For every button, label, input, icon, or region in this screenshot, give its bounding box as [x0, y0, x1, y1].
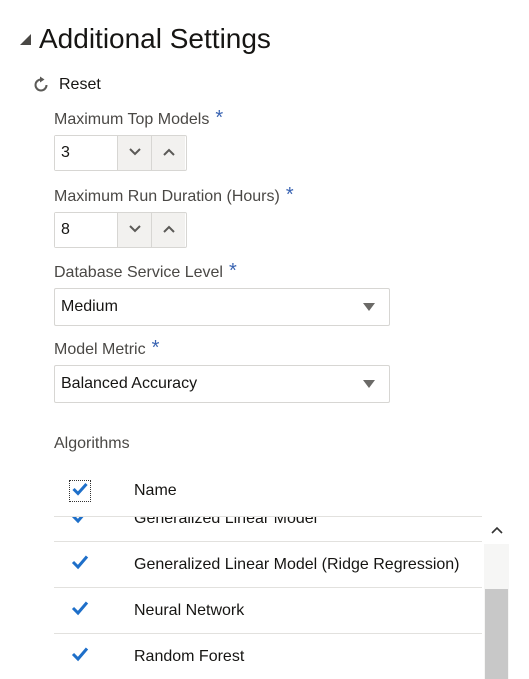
max-run-duration-field: Maximum Run Duration (Hours) * 8	[54, 184, 294, 248]
row-checkbox-cell	[54, 647, 134, 667]
row-checkbox-cell	[54, 555, 134, 575]
header-checkbox-cell	[54, 480, 134, 502]
max-run-duration-label-row: Maximum Run Duration (Hours) *	[54, 184, 294, 207]
model-metric-label: Model Metric	[54, 341, 146, 358]
max-run-duration-input[interactable]: 8	[55, 213, 117, 247]
scroll-thumb[interactable]	[485, 589, 508, 679]
caret-down-icon	[363, 298, 375, 316]
row-checkbox-cell	[54, 601, 134, 621]
algorithms-table-header: Name	[54, 466, 482, 517]
select-all-checkbox[interactable]	[69, 480, 91, 502]
required-indicator: *	[151, 337, 160, 359]
table-row[interactable]: Neural Network	[54, 588, 482, 634]
table-row[interactable]: Generalized Linear Model (Ridge Regressi…	[54, 542, 482, 588]
table-row[interactable]: Random Forest	[54, 634, 482, 679]
required-indicator: *	[285, 184, 294, 206]
model-metric-label-row: Model Metric *	[54, 337, 390, 360]
row-checkbox[interactable]	[70, 555, 90, 575]
chevron-down-icon	[128, 144, 142, 162]
row-checkbox[interactable]	[70, 601, 90, 621]
chevron-down-icon	[128, 221, 142, 239]
section-title: Additional Settings	[39, 23, 271, 54]
max-run-duration-label: Maximum Run Duration (Hours)	[54, 188, 280, 205]
algorithm-name: Random Forest	[134, 647, 245, 665]
required-indicator: *	[215, 107, 224, 129]
chevron-up-icon	[162, 221, 176, 239]
max-top-models-stepper: 3	[54, 135, 187, 171]
max-top-models-label-row: Maximum Top Models *	[54, 107, 224, 130]
algorithm-name: Generalized Linear Model (Ridge Regressi…	[134, 555, 460, 573]
model-metric-value: Balanced Accuracy	[61, 375, 198, 392]
max-top-models-decrement-button[interactable]	[117, 136, 151, 170]
max-top-models-field: Maximum Top Models * 3	[54, 107, 224, 171]
chevron-up-icon	[490, 521, 503, 539]
db-service-level-value: Medium	[61, 298, 118, 315]
checkmark-icon	[71, 554, 89, 575]
caret-down-icon	[363, 375, 375, 393]
max-run-duration-increment-button[interactable]	[151, 213, 185, 247]
reset-label: Reset	[59, 76, 101, 93]
table-scrollbar[interactable]	[484, 516, 509, 679]
max-top-models-label: Maximum Top Models	[54, 111, 210, 128]
db-service-level-label: Database Service Level	[54, 264, 223, 281]
section-header[interactable]: Additional Settings	[18, 20, 271, 58]
checkmark-icon	[72, 482, 88, 501]
model-metric-select[interactable]: Balanced Accuracy	[54, 365, 390, 403]
scroll-track[interactable]	[484, 544, 509, 679]
checkmark-icon	[71, 646, 89, 667]
db-service-level-field: Database Service Level * Medium	[54, 260, 390, 326]
algorithms-table: Name Generalized Linear Model Generalize…	[54, 466, 509, 679]
reset-button[interactable]: Reset	[32, 74, 101, 96]
checkmark-icon	[71, 600, 89, 621]
required-indicator: *	[228, 260, 237, 282]
max-run-duration-stepper: 8	[54, 212, 187, 248]
max-top-models-increment-button[interactable]	[151, 136, 185, 170]
algorithm-name: Neural Network	[134, 601, 245, 619]
db-service-level-select[interactable]: Medium	[54, 288, 390, 326]
chevron-up-icon	[162, 144, 176, 162]
model-metric-field: Model Metric * Balanced Accuracy	[54, 337, 390, 403]
max-top-models-input[interactable]: 3	[55, 136, 117, 170]
refresh-icon	[32, 76, 50, 94]
row-checkbox[interactable]	[70, 647, 90, 667]
collapse-triangle-icon[interactable]	[18, 32, 32, 46]
scroll-up-button[interactable]	[484, 516, 509, 544]
db-service-level-label-row: Database Service Level *	[54, 260, 390, 283]
name-column-header: Name	[134, 482, 177, 499]
algorithms-label: Algorithms	[54, 435, 130, 452]
max-run-duration-decrement-button[interactable]	[117, 213, 151, 247]
